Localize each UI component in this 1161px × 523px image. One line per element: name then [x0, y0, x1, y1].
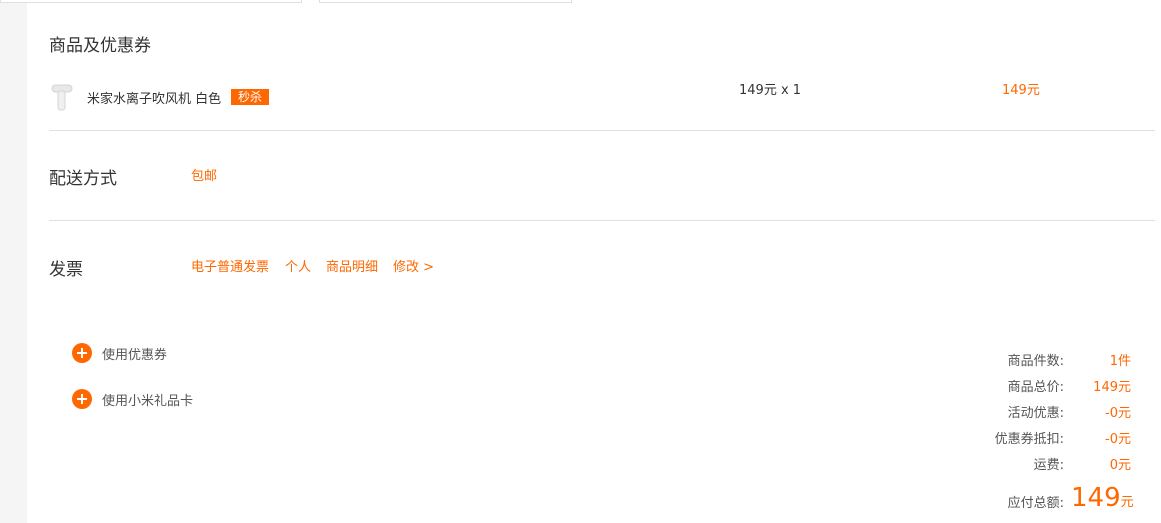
- address-card-right[interactable]: [319, 0, 572, 3]
- total-due-unit: 元: [1120, 495, 1134, 510]
- summary-coupon-value: -0元: [1105, 432, 1131, 447]
- use-giftcard-label: 使用小米礼品卡: [102, 393, 194, 409]
- checkout-page: 商品及优惠券 米家水离子吹风机 白色 秒杀 149元 x 1 149元 配送方式…: [0, 0, 1161, 523]
- summary-shipping-label: 运费:: [1033, 458, 1064, 473]
- plus-circle-icon: [72, 343, 92, 363]
- flash-sale-badge: 秒杀: [231, 89, 270, 105]
- invoice-owner[interactable]: 个人: [285, 256, 311, 275]
- summary-promo-value: -0元: [1105, 406, 1131, 421]
- invoice-type[interactable]: 电子普通发票: [191, 256, 269, 275]
- summary-subtotal-value: 149元: [1093, 380, 1131, 395]
- total-due-label: 应付总额:: [1007, 496, 1064, 511]
- invoice-content[interactable]: 商品明细: [326, 256, 378, 275]
- product-unit-price: 149元 x 1: [739, 83, 802, 98]
- divider: [49, 220, 1155, 221]
- summary-shipping-value: 0元: [1109, 458, 1131, 473]
- total-due-value: 149元: [1071, 483, 1134, 513]
- shipping-method-value: 包邮: [191, 169, 218, 184]
- plus-circle-icon: [72, 389, 92, 409]
- shipping-section-title: 配送方式: [49, 169, 117, 189]
- summary-item-count-value: 1件: [1109, 354, 1131, 369]
- summary-subtotal-label: 商品总价:: [1007, 380, 1064, 395]
- address-card-left[interactable]: [0, 0, 302, 3]
- order-panel: 商品及优惠券 米家水离子吹风机 白色 秒杀 149元 x 1 149元 配送方式…: [0, 0, 1161, 523]
- products-section-title: 商品及优惠券: [49, 36, 151, 56]
- divider: [49, 130, 1155, 131]
- hair-dryer-thumbnail: [51, 84, 73, 111]
- use-coupon-button[interactable]: 使用优惠券: [72, 343, 167, 363]
- invoice-edit-link[interactable]: 修改 >: [393, 256, 434, 275]
- use-coupon-label: 使用优惠券: [102, 347, 168, 363]
- summary-item-count-label: 商品件数:: [1007, 354, 1064, 369]
- use-giftcard-button[interactable]: 使用小米礼品卡: [72, 389, 193, 409]
- product-line-total: 149元: [1002, 83, 1040, 98]
- summary-promo-label: 活动优惠:: [1007, 406, 1064, 421]
- summary-coupon-label: 优惠券抵扣:: [994, 432, 1064, 447]
- invoice-section-title: 发票: [49, 260, 83, 280]
- product-name[interactable]: 米家水离子吹风机 白色: [87, 88, 221, 107]
- total-due-amount: 149: [1071, 483, 1121, 513]
